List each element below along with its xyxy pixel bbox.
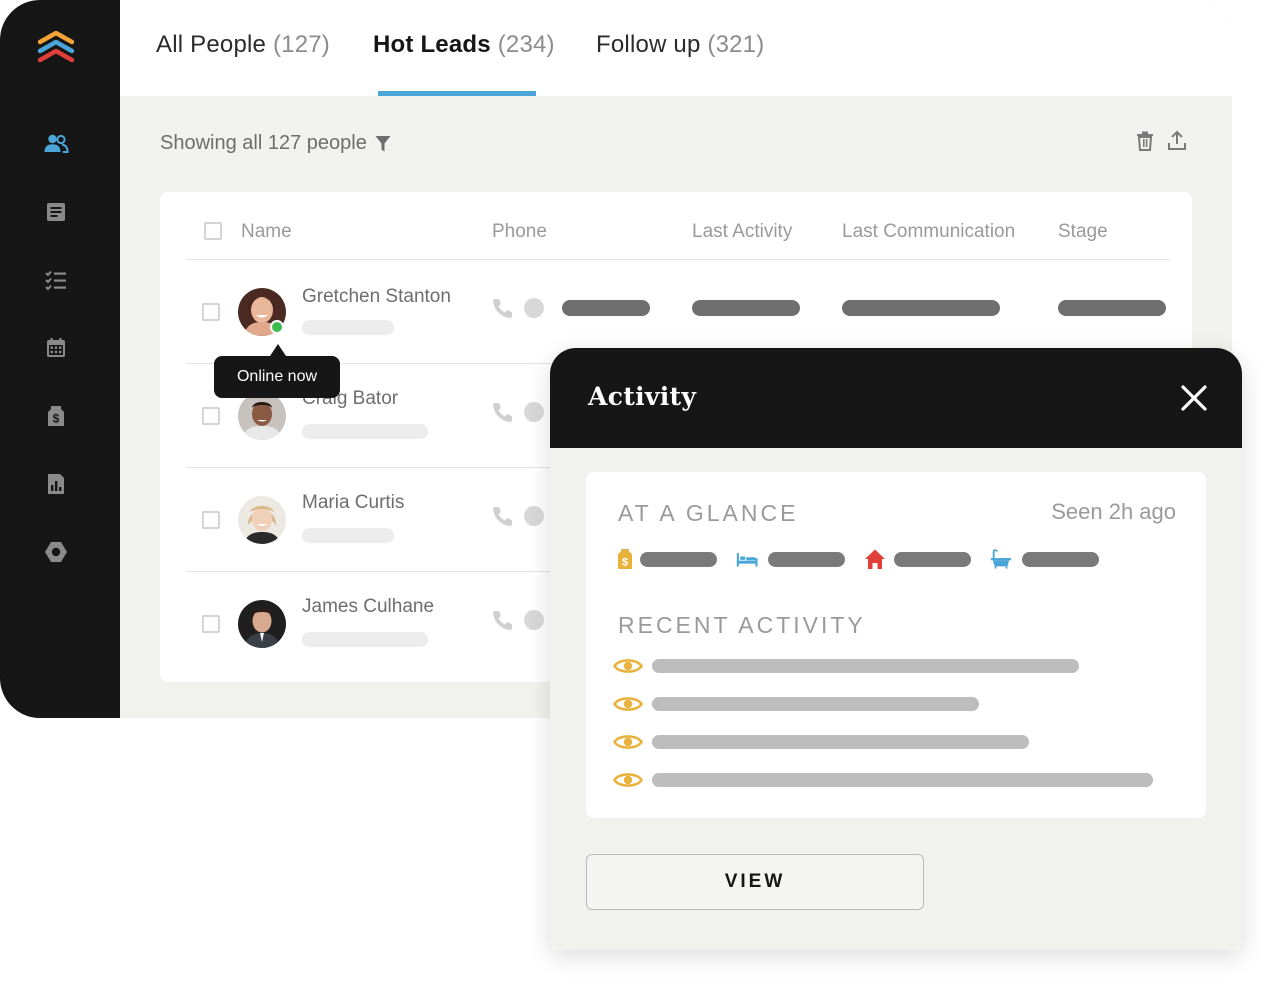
online-indicator — [270, 320, 284, 334]
select-all-checkbox[interactable] — [204, 222, 222, 240]
eye-icon — [613, 735, 643, 749]
view-button-label: VIEW — [724, 871, 786, 892]
price-tag-icon: $ — [618, 549, 632, 569]
phone-value-bar — [562, 300, 650, 316]
phone-icon[interactable] — [491, 609, 513, 631]
glance-house-bar — [894, 552, 971, 567]
person-name[interactable]: Gretchen Stanton — [302, 286, 451, 308]
people-icon — [44, 134, 69, 153]
phone-icon[interactable] — [491, 505, 513, 527]
sidebar: $ — [0, 0, 120, 718]
message-icon[interactable] — [524, 506, 544, 526]
last-communication-bar — [842, 300, 1000, 316]
eye-icon — [613, 773, 643, 787]
seen-status: Seen 2h ago — [1051, 499, 1176, 524]
placeholder-bar — [302, 632, 428, 647]
tooltip-text: Online now — [236, 368, 318, 385]
tab-all-people[interactable]: All People (127) — [156, 31, 330, 59]
svg-text:$: $ — [622, 557, 628, 569]
activity-panel-title: Activity — [588, 382, 697, 411]
trash-icon[interactable] — [1134, 130, 1156, 152]
sidebar-item-reports[interactable] — [40, 468, 72, 500]
column-header-name[interactable]: Name — [241, 221, 292, 243]
stage-bar — [1058, 300, 1166, 316]
tooltip-arrow — [270, 344, 286, 356]
bath-icon — [990, 549, 1012, 569]
showing-text: Showing all 127 people — [160, 132, 367, 154]
tab-count: (234) — [497, 31, 555, 58]
svg-text:$: $ — [53, 412, 60, 426]
reports-icon — [48, 474, 64, 494]
activity-panel: Activity AT A GLANCE Seen 2h ago $ RECEN… — [550, 348, 1242, 950]
phone-icon[interactable] — [491, 401, 513, 423]
export-icon[interactable] — [1166, 130, 1188, 152]
row-checkbox[interactable] — [202, 407, 220, 425]
placeholder-bar — [302, 528, 394, 543]
divider — [186, 259, 1170, 260]
sidebar-item-notes[interactable] — [40, 196, 72, 228]
person-name[interactable]: James Culhane — [302, 596, 434, 618]
activity-panel-header: Activity — [550, 348, 1242, 448]
tab-label: Hot Leads — [373, 31, 491, 58]
activity-bar — [652, 773, 1153, 787]
row-checkbox[interactable] — [202, 303, 220, 321]
close-icon[interactable] — [1174, 378, 1214, 418]
recent-activity-heading: RECENT ACTIVITY — [618, 612, 866, 638]
activity-bar — [652, 697, 979, 711]
activity-bar — [652, 735, 1029, 749]
top-bar: All People (127) Hot Leads (234) Follow … — [120, 0, 1232, 96]
calendar-icon — [47, 338, 65, 357]
tab-label: Follow up — [596, 31, 701, 58]
message-icon[interactable] — [524, 402, 544, 422]
tab-follow-up[interactable]: Follow up (321) — [596, 31, 764, 59]
at-a-glance-heading: AT A GLANCE — [618, 500, 799, 526]
phone-icon[interactable] — [491, 297, 513, 319]
tab-label: All People — [156, 31, 267, 58]
activity-bar — [652, 659, 1079, 673]
filter-icon[interactable] — [375, 135, 391, 153]
sidebar-item-people[interactable] — [40, 128, 72, 160]
placeholder-bar — [302, 424, 428, 439]
sidebar-item-calendar[interactable] — [40, 332, 72, 364]
avatar — [238, 600, 286, 648]
last-activity-bar — [692, 300, 800, 316]
glance-beds-bar — [768, 552, 845, 567]
notes-icon — [47, 203, 65, 221]
tab-count: (321) — [707, 31, 765, 58]
message-icon[interactable] — [524, 298, 544, 318]
column-header-last-activity[interactable]: Last Activity — [692, 221, 792, 243]
column-header-phone[interactable]: Phone — [492, 221, 547, 243]
logo-icon[interactable] — [38, 31, 74, 65]
message-icon[interactable] — [524, 610, 544, 630]
avatar — [238, 392, 286, 440]
avatar — [238, 496, 286, 544]
showing-filter[interactable]: Showing all 127 people — [160, 132, 391, 155]
tab-count: (127) — [272, 31, 330, 58]
row-checkbox[interactable] — [202, 511, 220, 529]
sidebar-item-deals[interactable]: $ — [40, 400, 72, 432]
column-header-stage[interactable]: Stage — [1058, 221, 1108, 243]
eye-icon — [613, 659, 643, 673]
deals-icon: $ — [48, 406, 64, 426]
column-header-last-communication[interactable]: Last Communication — [842, 221, 1015, 243]
settings-icon — [45, 542, 67, 562]
view-button[interactable]: VIEW — [586, 854, 924, 910]
glance-price-bar — [640, 552, 717, 567]
glance-card: AT A GLANCE Seen 2h ago $ RECENT ACTIVIT… — [586, 472, 1206, 818]
bed-icon — [736, 553, 758, 567]
house-icon — [865, 549, 885, 569]
person-name[interactable]: Maria Curtis — [302, 492, 404, 514]
online-tooltip: Online now — [214, 356, 340, 398]
sidebar-item-tasks[interactable] — [40, 264, 72, 296]
placeholder-bar — [302, 320, 394, 335]
sidebar-item-settings[interactable] — [40, 536, 72, 568]
eye-icon — [613, 697, 643, 711]
tab-hot-leads[interactable]: Hot Leads (234) — [373, 31, 555, 59]
tasks-icon — [45, 270, 66, 291]
glance-bath-bar — [1022, 552, 1099, 567]
row-checkbox[interactable] — [202, 615, 220, 633]
